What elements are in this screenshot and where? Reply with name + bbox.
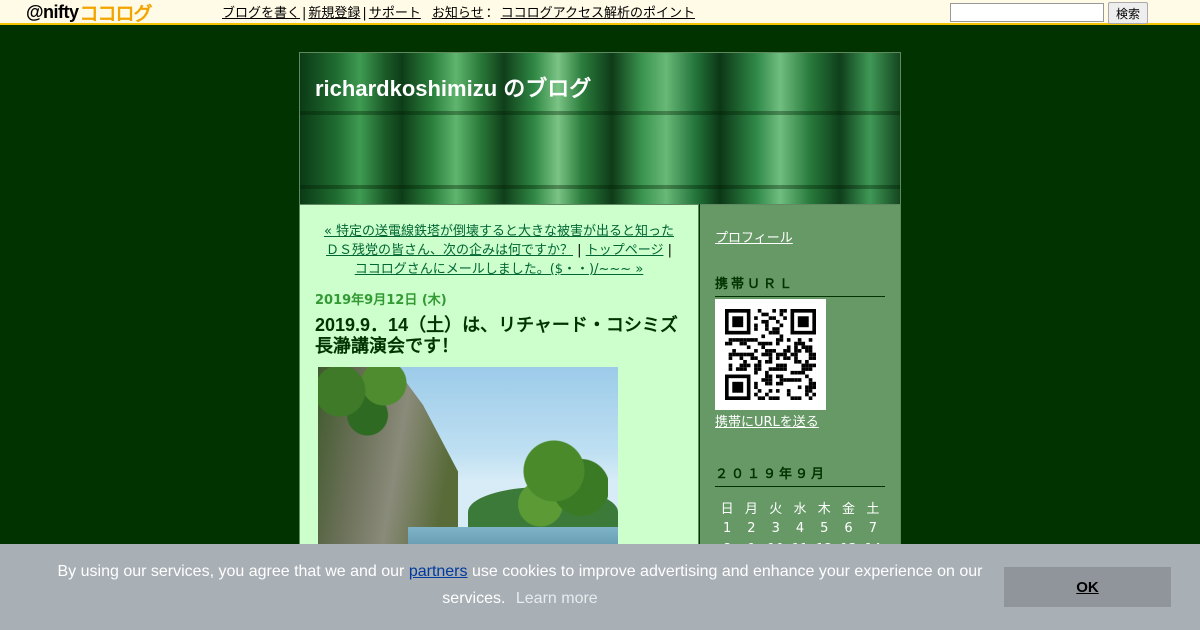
search-input[interactable] xyxy=(950,3,1104,22)
entry-navigation: « 特定の送電線鉄塔が倒壊すると大きな被害が出ると知ったＤＳ残党の皆さん、次の企… xyxy=(323,224,675,277)
qr-code-icon xyxy=(725,309,816,400)
weekday: 日 xyxy=(720,502,734,517)
weekday: 水 xyxy=(793,502,807,517)
entry-date: 2019年9月12日 (木) xyxy=(315,293,447,308)
logo-cocolog-text: ココログ xyxy=(79,3,153,25)
access-analysis-link[interactable]: ココログアクセス解析のポイント xyxy=(501,6,695,21)
calendar-day: 7 xyxy=(868,521,877,536)
top-bar: @nifty ココログ ブログを書く | 新規登録 | サポート お知らせ：ココログアクセ… xyxy=(0,0,1200,25)
register-link[interactable]: 新規登録 xyxy=(308,6,360,21)
notice-link[interactable]: お知らせ xyxy=(432,6,484,21)
weekday: 金 xyxy=(842,502,856,517)
search-button[interactable]: 検索 xyxy=(1108,2,1148,24)
profile-link[interactable]: プロフィール xyxy=(715,227,793,246)
weekday: 火 xyxy=(769,502,783,517)
header-banner: richardkoshimizu のブログ xyxy=(300,53,900,204)
entry-photo[interactable] xyxy=(318,367,618,557)
calendar-day: 4 xyxy=(795,521,805,536)
logo-nifty-text: @nifty xyxy=(26,1,79,22)
calendar-heading: ２０１９年９月 xyxy=(715,463,885,487)
top-nav: ブログを書く | 新規登録 | サポート お知らせ：ココログアクセス解析のポイント xyxy=(222,6,695,21)
calendar-day: 3 xyxy=(771,521,780,536)
support-link[interactable]: サポート xyxy=(369,6,421,21)
blog-title[interactable]: richardkoshimizu のブログ xyxy=(315,71,591,103)
qr-code-image xyxy=(715,299,826,410)
cookie-ok-button[interactable]: OK xyxy=(1004,567,1171,607)
write-blog-link[interactable]: ブログを書く xyxy=(222,6,300,21)
mobile-url-heading: 携帯ＵＲＬ xyxy=(715,273,885,297)
cookie-message: By using our services, you agree that we… xyxy=(57,563,983,607)
calendar-day: 2 xyxy=(747,521,756,536)
weekday: 月 xyxy=(744,502,758,517)
cookie-banner: By using our services, you agree that we… xyxy=(0,544,1200,630)
weekday: 土 xyxy=(866,502,880,517)
weekday: 木 xyxy=(817,502,831,517)
learn-more-link[interactable]: Learn more xyxy=(516,590,598,607)
partners-link[interactable]: partners xyxy=(409,563,468,580)
calendar-day: 5 xyxy=(820,521,829,536)
nifty-cocolog-logo[interactable]: @nifty ココログ xyxy=(26,1,153,25)
calendar-weekdays: 日 月 火 水 木 金 土 xyxy=(715,497,885,518)
entry-title: 2019.9．14（土）は、リチャード・コシミズ長瀞講演会です！ xyxy=(315,315,678,356)
top-page-link[interactable]: トップページ xyxy=(586,243,664,258)
calendar-day: 6 xyxy=(844,521,853,536)
calendar-day: 1 xyxy=(723,521,732,536)
send-url-link[interactable]: 携帯にURLを送る xyxy=(715,411,819,430)
calendar-week: 1 2 3 4 5 6 7 xyxy=(715,518,885,539)
next-entry-link[interactable]: ココログさんにメールしました。($・・)/~~~ » xyxy=(355,262,644,277)
